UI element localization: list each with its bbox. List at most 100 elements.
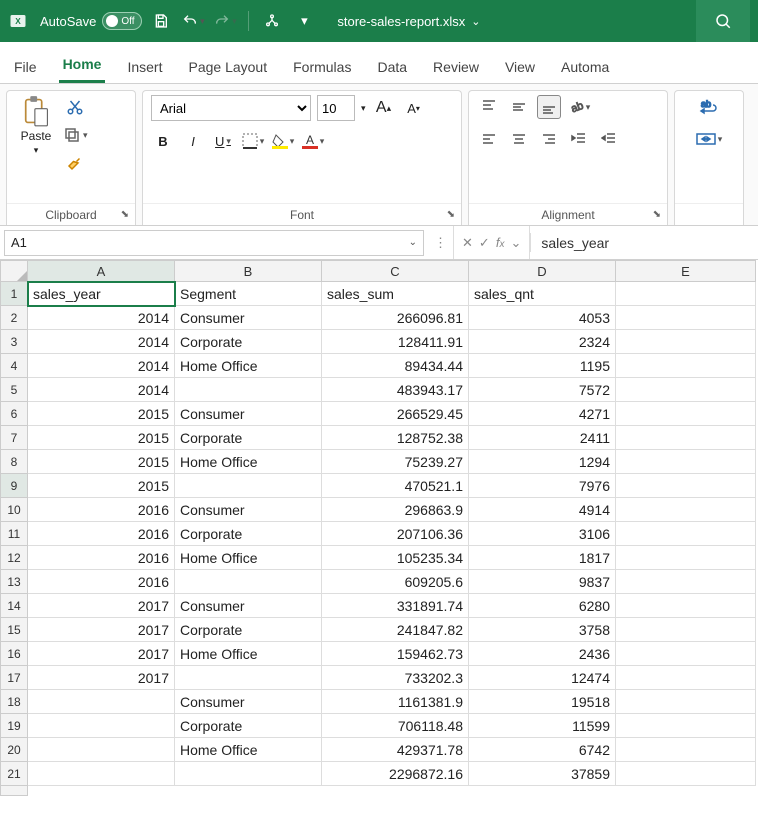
cell[interactable]: Consumer bbox=[175, 498, 322, 522]
cell[interactable]: 609205.6 bbox=[322, 570, 469, 594]
cell[interactable]: 706118.48 bbox=[322, 714, 469, 738]
cell[interactable] bbox=[616, 762, 756, 786]
cell[interactable] bbox=[616, 378, 756, 402]
cell[interactable]: sales_sum bbox=[322, 282, 469, 306]
cell[interactable]: sales_qnt bbox=[469, 282, 616, 306]
cell[interactable]: Home Office bbox=[175, 642, 322, 666]
cell[interactable]: 2017 bbox=[28, 642, 175, 666]
fill-color-button[interactable] bbox=[271, 129, 295, 153]
cell[interactable]: Corporate bbox=[175, 618, 322, 642]
cell[interactable]: 75239.27 bbox=[322, 450, 469, 474]
cell[interactable]: Corporate bbox=[175, 330, 322, 354]
cell[interactable] bbox=[616, 570, 756, 594]
cell[interactable]: 2436 bbox=[469, 642, 616, 666]
cell[interactable]: 2014 bbox=[28, 354, 175, 378]
cell[interactable]: 2014 bbox=[28, 330, 175, 354]
cancel-icon[interactable]: ✕ bbox=[462, 235, 473, 251]
cell[interactable]: 1294 bbox=[469, 450, 616, 474]
select-all-corner[interactable] bbox=[0, 260, 28, 282]
increase-indent-button[interactable] bbox=[597, 127, 621, 151]
cell[interactable]: 2016 bbox=[28, 546, 175, 570]
cell[interactable]: 4053 bbox=[469, 306, 616, 330]
tab-file[interactable]: File bbox=[10, 49, 41, 83]
align-left-button[interactable] bbox=[477, 127, 501, 151]
cell[interactable]: sales_year bbox=[28, 282, 175, 306]
row-header[interactable]: 13 bbox=[0, 570, 28, 594]
cell[interactable]: 1161381.9 bbox=[322, 690, 469, 714]
cell[interactable]: 159462.73 bbox=[322, 642, 469, 666]
cell[interactable]: 266096.81 bbox=[322, 306, 469, 330]
save-button[interactable] bbox=[148, 8, 174, 34]
row-header[interactable]: 16 bbox=[0, 642, 28, 666]
cell[interactable]: Segment bbox=[175, 282, 322, 306]
cell[interactable]: 7976 bbox=[469, 474, 616, 498]
cell[interactable]: 19518 bbox=[469, 690, 616, 714]
row-header[interactable]: 11 bbox=[0, 522, 28, 546]
wrap-text-button[interactable]: ab bbox=[697, 95, 721, 119]
cell[interactable] bbox=[616, 690, 756, 714]
italic-button[interactable]: I bbox=[181, 129, 205, 153]
clipboard-launcher-icon[interactable]: ⬊ bbox=[121, 209, 129, 220]
cell[interactable] bbox=[616, 330, 756, 354]
cell[interactable]: 2324 bbox=[469, 330, 616, 354]
row-header[interactable]: 10 bbox=[0, 498, 28, 522]
border-button[interactable] bbox=[241, 129, 265, 153]
cell[interactable] bbox=[616, 354, 756, 378]
row-header[interactable]: 14 bbox=[0, 594, 28, 618]
cell[interactable]: Home Office bbox=[175, 354, 322, 378]
font-name-select[interactable]: Arial bbox=[151, 95, 311, 121]
cell[interactable]: Home Office bbox=[175, 546, 322, 570]
align-center-button[interactable] bbox=[507, 127, 531, 151]
filename-dropdown[interactable]: store-sales-report.xlsx ⌄ bbox=[337, 14, 480, 29]
cell[interactable]: 128752.38 bbox=[322, 426, 469, 450]
cell[interactable] bbox=[616, 522, 756, 546]
cell[interactable]: 4914 bbox=[469, 498, 616, 522]
tab-automa[interactable]: Automa bbox=[557, 49, 613, 83]
grow-font-button[interactable]: A▴ bbox=[372, 96, 396, 120]
cell[interactable] bbox=[616, 714, 756, 738]
row-header[interactable]: 15 bbox=[0, 618, 28, 642]
cell[interactable]: 2015 bbox=[28, 474, 175, 498]
cell[interactable]: Home Office bbox=[175, 738, 322, 762]
chevron-down-icon[interactable]: ⌄ bbox=[409, 237, 417, 248]
cell[interactable]: 2016 bbox=[28, 522, 175, 546]
row-header[interactable]: 17 bbox=[0, 666, 28, 690]
cell[interactable]: 2015 bbox=[28, 450, 175, 474]
cell[interactable]: 12474 bbox=[469, 666, 616, 690]
cell[interactable]: 2015 bbox=[28, 426, 175, 450]
row-header[interactable]: 7 bbox=[0, 426, 28, 450]
cell[interactable]: 2016 bbox=[28, 498, 175, 522]
cell[interactable]: 266529.45 bbox=[322, 402, 469, 426]
decrease-indent-button[interactable] bbox=[567, 127, 591, 151]
cell[interactable]: 2017 bbox=[28, 618, 175, 642]
cell[interactable]: 483943.17 bbox=[322, 378, 469, 402]
undo-button[interactable] bbox=[180, 8, 206, 34]
cell[interactable]: 331891.74 bbox=[322, 594, 469, 618]
overflow-icon[interactable]: ▾ bbox=[291, 8, 317, 34]
row-header[interactable]: 12 bbox=[0, 546, 28, 570]
fx-icon[interactable]: fx bbox=[496, 235, 505, 250]
tab-formulas[interactable]: Formulas bbox=[289, 49, 355, 83]
format-painter-button[interactable] bbox=[63, 151, 88, 175]
cell[interactable]: 89434.44 bbox=[322, 354, 469, 378]
row-header[interactable]: 18 bbox=[0, 690, 28, 714]
cell[interactable]: 37859 bbox=[469, 762, 616, 786]
cell[interactable]: 6280 bbox=[469, 594, 616, 618]
row-header[interactable]: 8 bbox=[0, 450, 28, 474]
expand-icon[interactable]: ⋮ bbox=[428, 235, 453, 251]
cell[interactable]: 1817 bbox=[469, 546, 616, 570]
cell[interactable]: 2016 bbox=[28, 570, 175, 594]
cell[interactable] bbox=[175, 666, 322, 690]
cell[interactable]: 2014 bbox=[28, 378, 175, 402]
cell[interactable]: Consumer bbox=[175, 402, 322, 426]
align-bottom-button[interactable] bbox=[537, 95, 561, 119]
row-header[interactable]: 6 bbox=[0, 402, 28, 426]
row-header[interactable]: 5 bbox=[0, 378, 28, 402]
cell[interactable] bbox=[616, 618, 756, 642]
name-box[interactable]: A1 ⌄ bbox=[4, 230, 424, 256]
enter-icon[interactable]: ✓ bbox=[479, 235, 490, 251]
cell[interactable] bbox=[616, 498, 756, 522]
cell[interactable] bbox=[616, 642, 756, 666]
cell[interactable]: 1195 bbox=[469, 354, 616, 378]
cell[interactable] bbox=[616, 426, 756, 450]
